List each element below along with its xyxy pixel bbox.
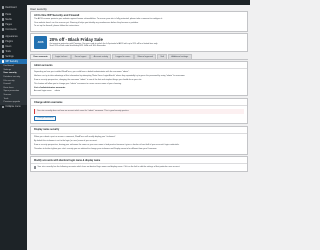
tab-login-lockout[interactable]: Login lockout — [51, 53, 71, 59]
dashboard-icon — [2, 6, 5, 9]
tab-user-accounts[interactable]: User accounts — [30, 53, 52, 59]
sidebar-item-label: Plugins — [5, 40, 13, 43]
identical-names-checkbox[interactable] — [34, 166, 37, 169]
admin-list-label: List of administrator accounts — [34, 87, 66, 90]
sidebar-item-label: Posts — [5, 13, 12, 16]
section-text: This feature will allow you to change yo… — [34, 83, 122, 86]
collapse-menu-button[interactable]: Collapse menu — [0, 105, 27, 110]
media-icon — [2, 18, 5, 21]
section-text: By default the nickname is set to the lo… — [34, 139, 98, 142]
section-text: From a security perspective, changing th… — [34, 79, 142, 82]
sidebar-item-label: Pages — [5, 23, 12, 26]
aios-logo: AIOS — [34, 35, 47, 49]
section-text: When you submit a post or answer a comme… — [34, 135, 116, 138]
modify-accounts-section: Modify accounts with identical login nam… — [30, 156, 248, 172]
tab-salt[interactable]: Salt — [157, 53, 168, 59]
notice-text: To set up the firewall, please follow th… — [34, 25, 80, 28]
collapse-menu-label: Collapse menu — [5, 106, 21, 109]
submenu-item-premium-upgrade[interactable]: Premium upgrade — [0, 100, 27, 104]
tab-logged-in-users[interactable]: Logged in users — [112, 53, 134, 59]
notice-message: Your site currently does not have an acc… — [37, 110, 130, 113]
display-name-section: Display name security When you submit a … — [30, 125, 248, 155]
sidebar-item-label: Media — [5, 18, 12, 21]
sidebar-item-label: WP Security — [5, 60, 18, 63]
change-username-button[interactable]: Change username — [34, 115, 57, 122]
section-heading: Change admin username — [31, 99, 247, 107]
section-heading: Modify accounts with identical login nam… — [31, 157, 247, 165]
sidebar-item-label: Settings — [5, 55, 14, 58]
sidebar-item-label: Dashboard — [5, 6, 17, 9]
section-text: Hackers can try to take advantage of thi… — [34, 75, 186, 78]
sidebar-item-label: Tools — [5, 50, 11, 53]
section-heading: Admin accounts — [31, 62, 247, 70]
account-login-label: Account login name — [34, 90, 52, 93]
users-icon — [2, 45, 5, 48]
pushpin-icon — [2, 13, 5, 16]
collapse-icon — [2, 105, 5, 109]
sidebar-item-label: Comments — [5, 28, 17, 31]
sidebar-item-label: Users — [5, 45, 12, 48]
wp-security-submenu: Dashboard Settings User security Databas… — [0, 64, 27, 105]
notice-title: All In One WP Security and Firewall — [34, 14, 80, 18]
settings-icon — [2, 55, 5, 58]
admin-username-notice: Your site currently does not have an acc… — [34, 109, 244, 114]
account-login-value: admin — [54, 90, 61, 93]
paintbrush-icon — [2, 35, 5, 38]
sidebar-item-label: Appearance — [5, 35, 18, 38]
promo-heading: 20% off - Black Friday Sale — [49, 37, 103, 43]
promo-banner: AIOS 20% off - Black Friday Sale Get pre… — [30, 32, 248, 52]
admin-sidebar: Dashboard Posts Media Pages Comments App… — [0, 5, 27, 250]
section-text: From a security perspective, leaving you… — [34, 143, 180, 146]
plugin-icon — [2, 40, 5, 43]
tab-account-activity[interactable]: Account activity — [90, 53, 112, 59]
page-title: User security — [30, 6, 47, 11]
admin-accounts-section: Admin accounts Depending on how you inst… — [30, 61, 248, 97]
section-heading: Display name security — [31, 127, 247, 134]
main-content: User security All In One WP Security and… — [30, 5, 248, 172]
identical-names-checkbox-row[interactable]: Your site currently has the following ac… — [34, 166, 244, 169]
shield-icon — [2, 60, 5, 63]
section-text: Therefore to further tighten your site's… — [34, 147, 157, 150]
checkbox-label: Your site currently has the following ac… — [37, 166, 180, 169]
aios-notice: All In One WP Security and Firewall The … — [30, 11, 248, 32]
tab-manual-approval[interactable]: Manual approval — [134, 53, 157, 59]
tab-force-logout[interactable]: Force logout — [71, 53, 90, 59]
comment-icon — [2, 28, 5, 31]
promo-text: Save 20% off with code blackfriday2023. … — [49, 45, 106, 48]
change-admin-section: Change admin username Your site currentl… — [30, 98, 248, 125]
tab-additional-settings[interactable]: Additional settings — [167, 53, 192, 59]
section-text: Depending on how you installed WordPress… — [34, 71, 130, 74]
notice-text: The AIOS scanner protects your website a… — [34, 18, 163, 21]
tab-bar: User accounts Login lockout Force logout… — [30, 53, 248, 60]
admin-account-row: Account login name admin — [34, 90, 244, 92]
wrench-icon — [2, 50, 5, 53]
page-icon — [2, 23, 5, 26]
